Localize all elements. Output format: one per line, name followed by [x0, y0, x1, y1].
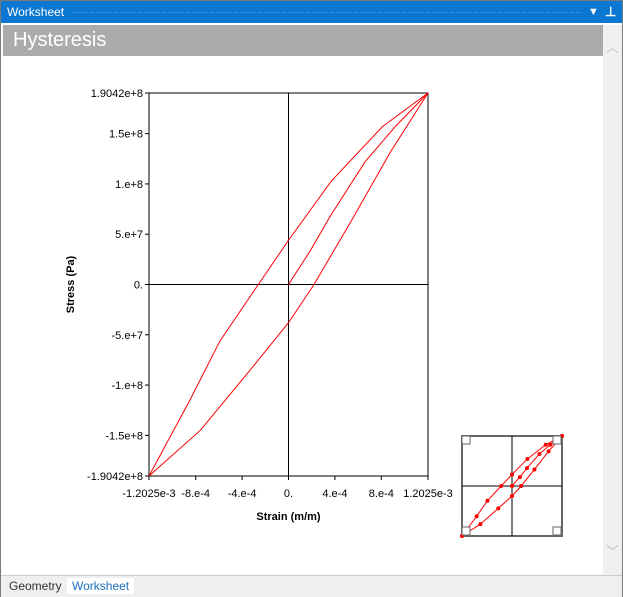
- tab-bar: Geometry Worksheet: [1, 575, 622, 597]
- data-point: [510, 484, 514, 488]
- y-tick-label: 1.9042e+8: [91, 88, 143, 100]
- tab-worksheet[interactable]: Worksheet: [67, 578, 135, 594]
- data-point: [510, 493, 514, 498]
- data-point: [519, 484, 524, 488]
- y-tick-label: -5.e+7: [112, 330, 144, 342]
- worksheet-window: Worksheet ▼ ⊥ Hysteresis ︿ ﹀ 1.9042e+8 1.…: [0, 0, 623, 597]
- data-point: [546, 449, 551, 454]
- tab-geometry[interactable]: Geometry: [4, 578, 67, 594]
- y-tick-label: 1.5e+8: [109, 129, 143, 141]
- thumbnail-corner-handle: [461, 435, 471, 445]
- y-tick-label: 1.e+8: [115, 179, 143, 191]
- data-point: [485, 498, 490, 503]
- data-point: [517, 475, 522, 480]
- data-point: [510, 472, 514, 477]
- thumbnail-corner-handle: [552, 526, 562, 536]
- hysteresis-chart: 1.9042e+8 1.5e+8 1.e+8 5.e+7 0. -5.e+7 -1.e+8 -…: [65, 88, 564, 538]
- scroll-down-icon[interactable]: ﹀: [606, 541, 619, 560]
- x-tick-label: 0.: [284, 488, 293, 500]
- scroll-up-icon[interactable]: ︿: [606, 37, 619, 56]
- x-tick-label: -1.2025e-3: [122, 488, 175, 500]
- y-tick-label: 0.: [134, 280, 143, 292]
- x-tick-label: -8.e-4: [181, 488, 210, 500]
- x-tick-label: 4.e-4: [322, 488, 347, 500]
- x-axis-label: Strain (m/m): [256, 511, 321, 523]
- data-point: [496, 506, 501, 511]
- data-point: [532, 467, 537, 472]
- thumbnail-corner-handle: [552, 435, 562, 445]
- x-tick-label: 1.2025e-3: [403, 488, 453, 500]
- data-point: [499, 484, 504, 488]
- y-axis-label: Stress (Pa): [65, 255, 77, 313]
- data-point: [537, 451, 542, 456]
- x-tick-label: -4.e-4: [228, 488, 257, 500]
- data-point: [524, 466, 529, 471]
- y-tick-label: -1.5e+8: [105, 430, 143, 442]
- data-point: [543, 442, 548, 447]
- thumbnail-corner-handle: [461, 526, 471, 536]
- y-tick-label: 5.e+7: [115, 229, 143, 241]
- data-point: [478, 522, 483, 527]
- x-tick-label: 8.e-4: [369, 488, 394, 500]
- data-point: [474, 514, 479, 519]
- y-tick-label: -1.e+8: [112, 380, 144, 392]
- y-tick-label: -1.9042e+8: [87, 471, 143, 483]
- vertical-scrollbar[interactable]: ︿ ﹀: [603, 25, 622, 575]
- pin-icon[interactable]: ⊥: [605, 1, 616, 23]
- data-point: [525, 456, 530, 461]
